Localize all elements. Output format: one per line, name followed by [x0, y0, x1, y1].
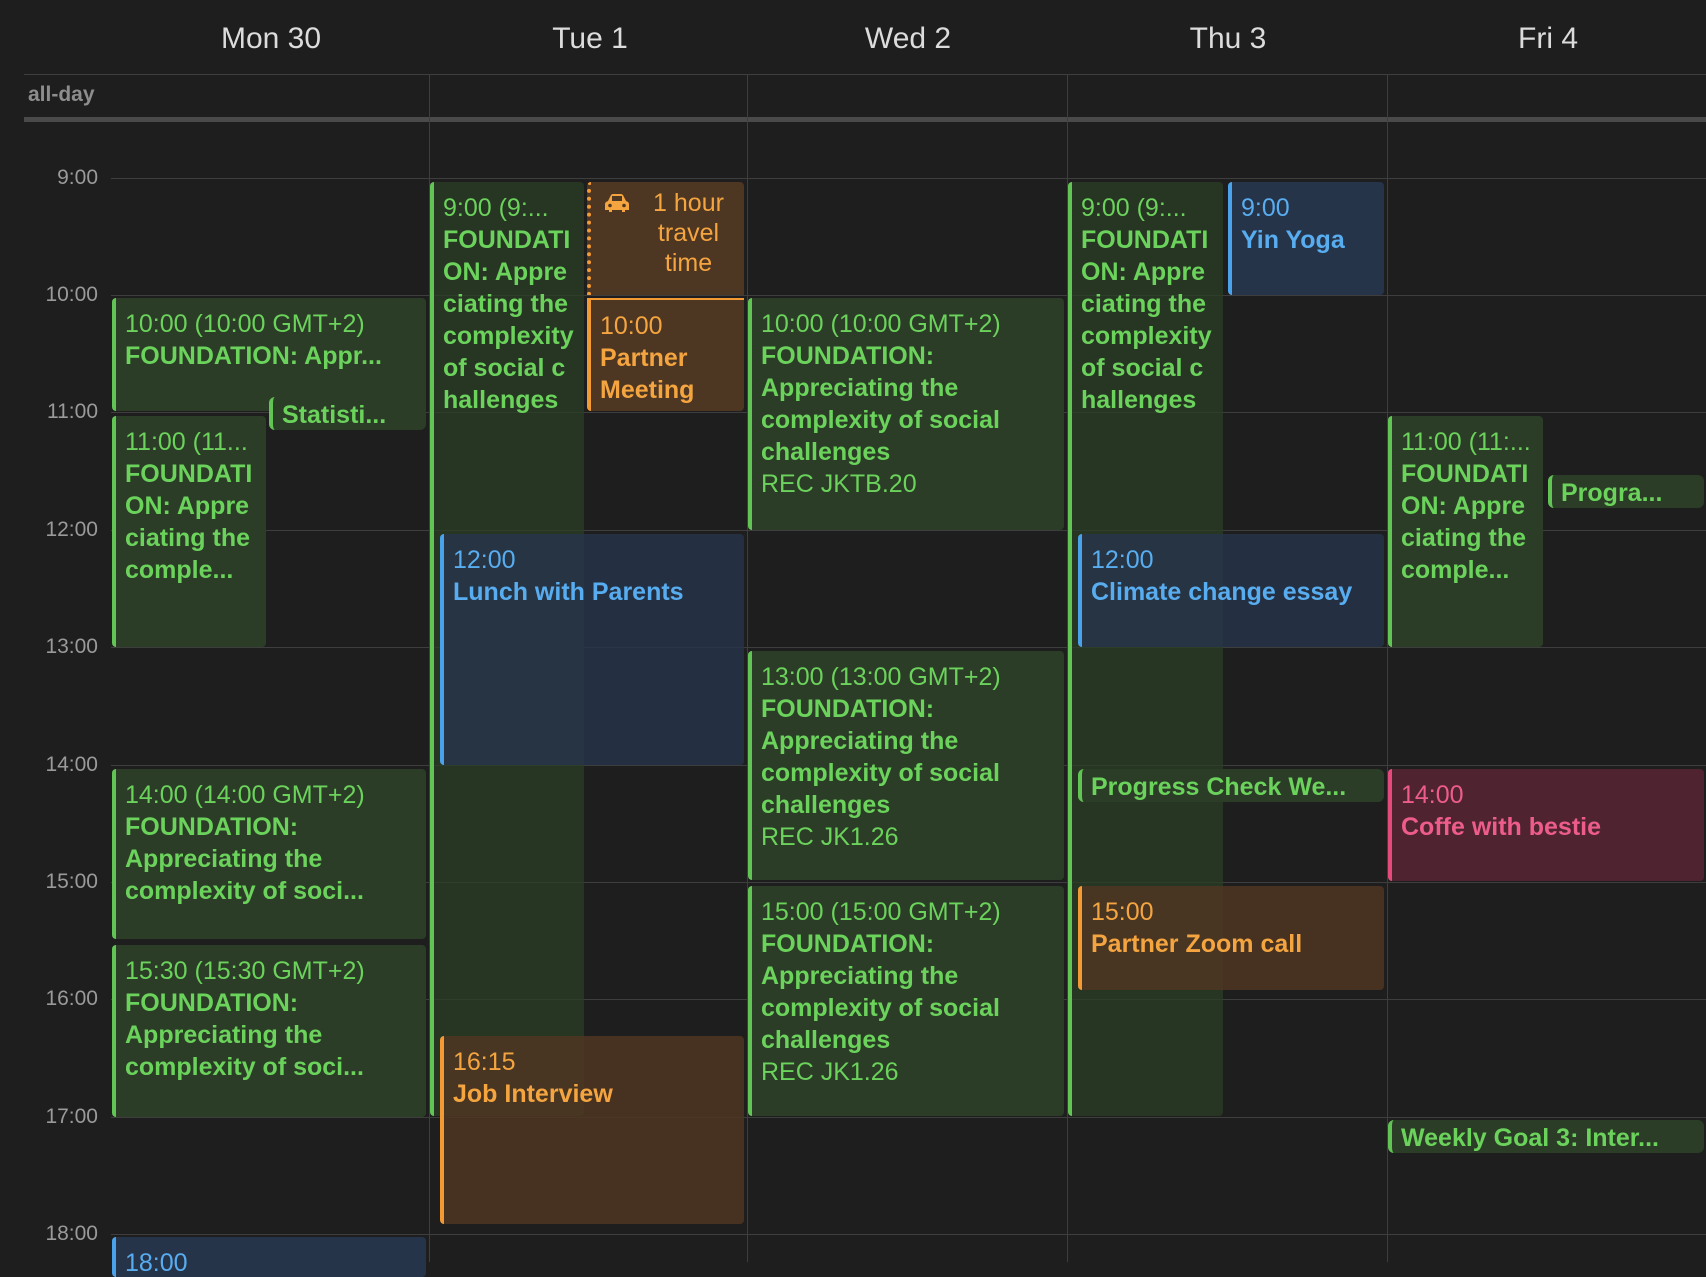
time-label: 12:00 — [45, 518, 98, 541]
time-label: 10:00 — [45, 283, 98, 306]
event-title: FOUNDATION: Appreciating the complexity … — [443, 226, 574, 414]
event-time: 14:00 — [1401, 781, 1464, 809]
event-time: 9:00 (9:... — [443, 194, 549, 222]
time-label: 11:00 — [47, 400, 98, 423]
event-statistics[interactable]: Statisti... — [269, 397, 426, 430]
event-title: FOUNDATION: Appreciating the complexity … — [1081, 226, 1212, 414]
event-time: 15:00 — [1091, 898, 1154, 926]
time-label: 9:00 — [57, 166, 98, 189]
car-icon — [605, 194, 629, 212]
time-label: 14:00 — [45, 753, 98, 776]
event-progress-check[interactable]: Progress Check We... — [1078, 769, 1384, 802]
event-foundation[interactable]: 11:00 (11... FOUNDATION: Appreciating th… — [112, 416, 266, 647]
event-time: 16:15 — [453, 1048, 516, 1076]
event-location: REC JK1.26 — [761, 1058, 899, 1086]
event-title: FOUNDATION: Appreciating the complexity … — [125, 813, 364, 905]
event-title: Coffe with bestie — [1401, 813, 1602, 841]
event-foundation[interactable]: 10:00 (10:00 GMT+2) FOUNDATION: Apprecia… — [748, 298, 1064, 530]
hour-gridline — [111, 178, 1706, 179]
event-time: 10:00 — [600, 312, 663, 340]
day-header-fri[interactable]: Fri 4 — [1518, 22, 1578, 56]
event-time: 9:00 — [1241, 194, 1290, 222]
event-partner-meeting[interactable]: 10:00 Partner Meeting — [587, 298, 744, 411]
all-day-label: all-day — [28, 83, 95, 106]
event-time: 18:00 — [125, 1249, 188, 1277]
day-header-tue[interactable]: Tue 1 — [552, 22, 628, 56]
event-title: FOUNDATION: Appreciating the complexity … — [761, 930, 1000, 1054]
event-partner-zoom-call[interactable]: 15:00 Partner Zoom call — [1078, 886, 1384, 990]
time-label: 16:00 — [45, 987, 98, 1010]
event-time: 10:00 (10:00 GMT+2) — [761, 310, 1001, 338]
event-foundation[interactable]: 15:30 (15:30 GMT+2) FOUNDATION: Apprecia… — [112, 945, 426, 1117]
event-coffee-with-bestie[interactable]: 14:00 Coffe with bestie — [1388, 769, 1704, 881]
event-weekly-goal[interactable]: Weekly Goal 3: Inter... — [1388, 1120, 1704, 1153]
event-location: REC JK1.26 — [761, 823, 899, 851]
event-title: FOUNDATION: Appreciating the complexity … — [125, 989, 364, 1081]
travel-time-text: 1 hour travel time — [653, 189, 724, 277]
event-foundation[interactable]: 14:00 (14:00 GMT+2) FOUNDATION: Apprecia… — [112, 769, 426, 939]
event-title: Lunch with Parents — [453, 578, 684, 606]
hour-gridline — [111, 1234, 1706, 1235]
travel-time-block[interactable]: 1 hour travel time — [587, 182, 744, 295]
event-time: 9:00 (9:... — [1081, 194, 1187, 222]
event-time: 12:00 — [453, 546, 516, 574]
event-time: 14:00 (14:00 GMT+2) — [125, 781, 365, 809]
event-title: Partner Zoom call — [1091, 930, 1303, 958]
day-header-thu[interactable]: Thu 3 — [1190, 22, 1267, 56]
event-title: FOUNDATION: Appreciating the complexity … — [761, 342, 1000, 466]
event-blue-18[interactable]: 18:00 — [112, 1237, 426, 1277]
time-label: 15:00 — [45, 870, 98, 893]
event-time: 15:30 (15:30 GMT+2) — [125, 957, 365, 985]
event-title: FOUNDATION: Appr... — [125, 342, 382, 370]
event-lunch-with-parents[interactable]: 12:00 Lunch with Parents — [440, 534, 744, 765]
event-title: FOUNDATION: Appreciating the comple... — [1401, 460, 1529, 584]
event-title: Progress Check We... — [1091, 773, 1347, 801]
event-title: FOUNDATION: Appreciating the comple... — [125, 460, 253, 584]
event-programming[interactable]: Progra... — [1548, 475, 1704, 508]
event-title: Progra... — [1561, 479, 1663, 507]
event-foundation[interactable]: 10:00 (10:00 GMT+2) FOUNDATION: Appr... — [112, 298, 426, 411]
day-header-wed[interactable]: Wed 2 — [865, 22, 951, 56]
event-title: FOUNDATION: Appreciating the complexity … — [761, 695, 1000, 819]
event-time: 11:00 (11:... — [1401, 428, 1531, 456]
event-job-interview[interactable]: 16:15 Job Interview — [440, 1036, 744, 1224]
event-title: Statisti... — [282, 401, 387, 429]
event-location: REC JKTB.20 — [761, 470, 917, 498]
event-time: 10:00 (10:00 GMT+2) — [125, 310, 365, 338]
event-climate-change-essay[interactable]: 12:00 Climate change essay — [1078, 534, 1384, 647]
hour-gridline — [111, 295, 1706, 296]
all-day-separator — [24, 117, 1706, 122]
event-foundation[interactable]: 15:00 (15:00 GMT+2) FOUNDATION: Apprecia… — [748, 886, 1064, 1116]
event-foundation[interactable]: 11:00 (11:... FOUNDATION: Appreciating t… — [1388, 416, 1543, 647]
event-time: 13:00 (13:00 GMT+2) — [761, 663, 1001, 691]
event-foundation[interactable]: 13:00 (13:00 GMT+2) FOUNDATION: Apprecia… — [748, 651, 1064, 880]
hour-gridline — [111, 1117, 1706, 1118]
day-header-mon[interactable]: Mon 30 — [221, 22, 321, 56]
hour-gridline — [111, 647, 1706, 648]
time-label: 18:00 — [45, 1222, 98, 1245]
time-label: 13:00 — [45, 635, 98, 658]
event-title: Job Interview — [453, 1080, 613, 1108]
event-yin-yoga[interactable]: 9:00 Yin Yoga — [1228, 182, 1384, 295]
header-divider — [24, 74, 1706, 75]
column-divider — [1387, 74, 1388, 1262]
event-time: 15:00 (15:00 GMT+2) — [761, 898, 1001, 926]
event-title: Climate change essay — [1091, 578, 1353, 606]
time-label: 17:00 — [45, 1105, 98, 1128]
event-title: Weekly Goal 3: Inter... — [1401, 1124, 1659, 1152]
event-title: Yin Yoga — [1241, 226, 1345, 254]
event-time: 12:00 — [1091, 546, 1154, 574]
event-title: Partner Meeting — [600, 344, 695, 404]
event-time: 11:00 (11... — [125, 428, 248, 456]
